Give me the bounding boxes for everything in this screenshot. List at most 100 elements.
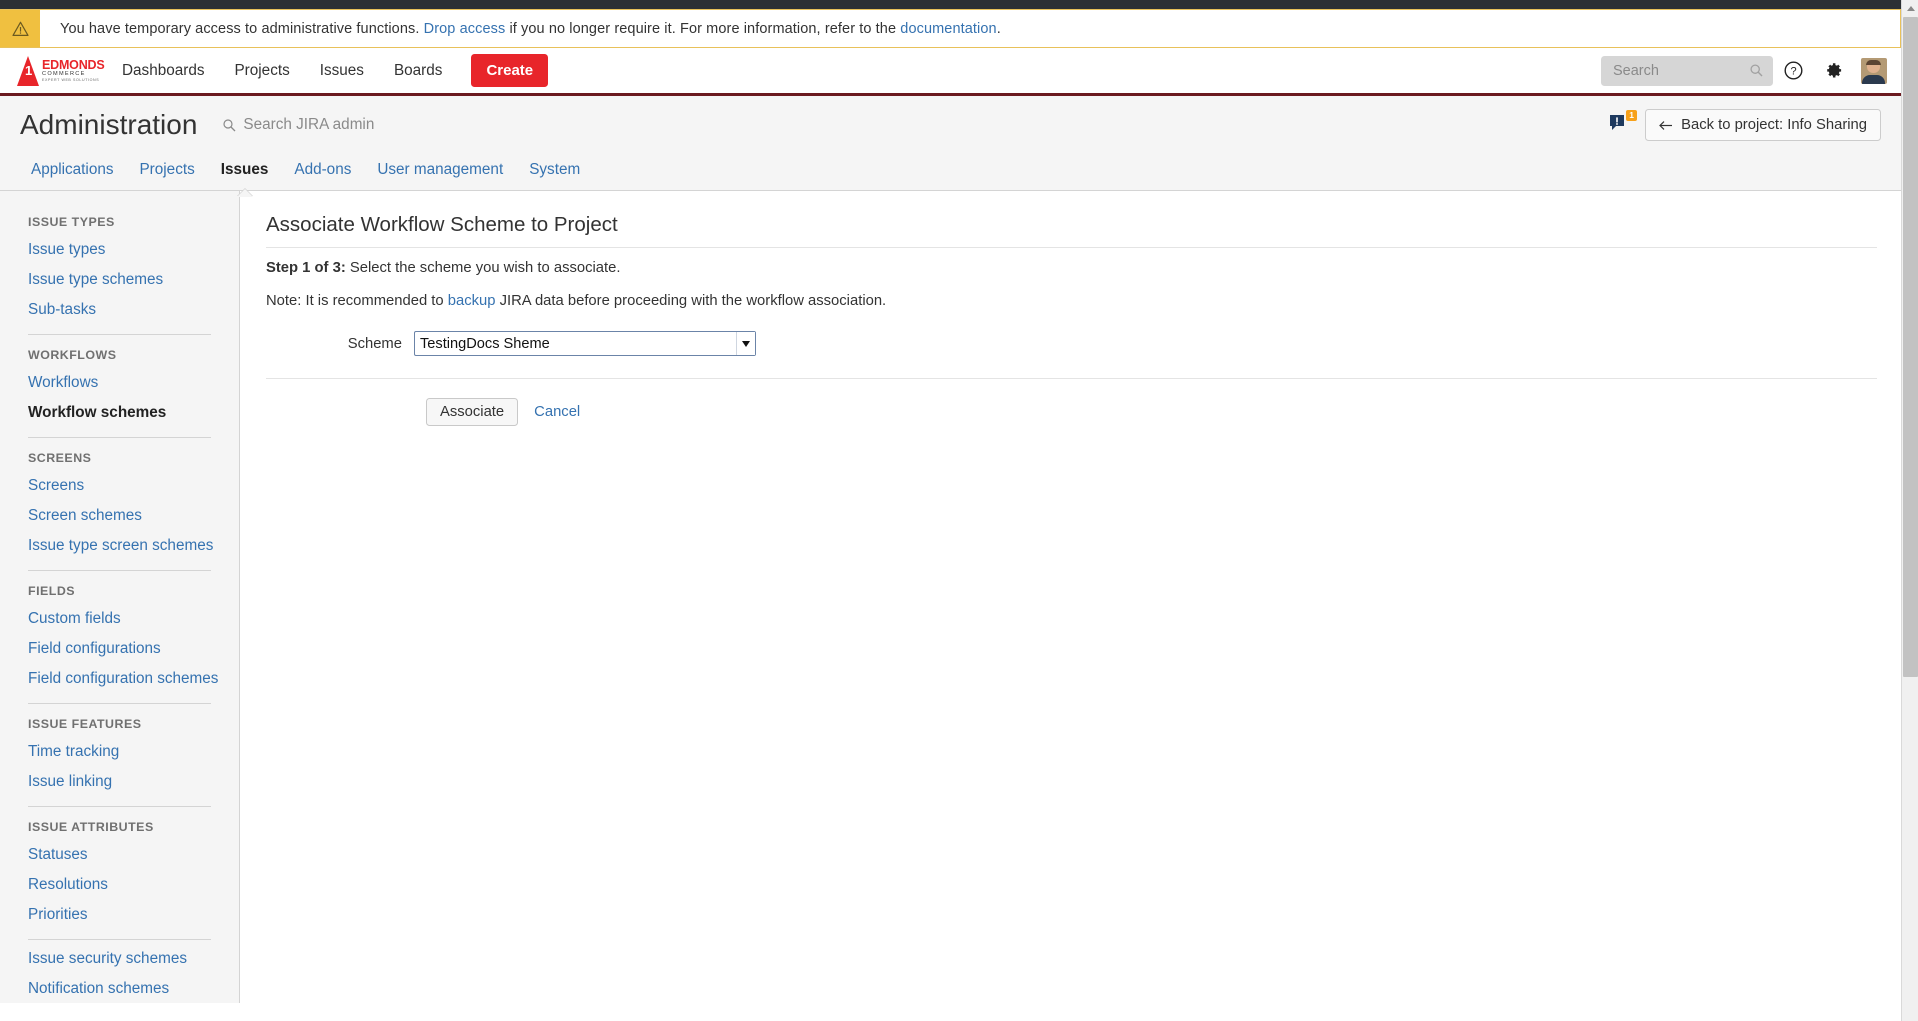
banner-text-middle: if you no longer require it. For more in… xyxy=(505,20,901,37)
search-input[interactable] xyxy=(1601,61,1741,80)
scroll-thumb[interactable] xyxy=(1903,17,1918,677)
admin-search[interactable]: Search JIRA admin xyxy=(223,116,374,134)
logo-wordmark: EDMONDS COMMERCE EXPERT WEB SOLUTIONS xyxy=(42,59,105,83)
sidebar-group-issue-features: ISSUE FEATURES Time tracking Issue linki… xyxy=(0,708,239,797)
page-scrollbar[interactable] xyxy=(1901,0,1918,1021)
sidebar-item-screens[interactable]: Screens xyxy=(0,471,239,501)
sidebar-item-workflows[interactable]: Workflows xyxy=(0,368,239,398)
admin-sidebar: ISSUE TYPES Issue types Issue type schem… xyxy=(0,191,240,1003)
admin-access-banner: You have temporary access to administrat… xyxy=(0,9,1901,48)
note-line: Note: It is recommended to backup JIRA d… xyxy=(266,293,1877,309)
sidebar-item-issue-types[interactable]: Issue types xyxy=(0,235,239,265)
sidebar-heading-issue-attributes: ISSUE ATTRIBUTES xyxy=(28,820,154,834)
sidebar-item-priorities[interactable]: Priorities xyxy=(0,900,239,930)
create-button[interactable]: Create xyxy=(471,54,549,87)
drop-access-link[interactable]: Drop access xyxy=(424,21,506,37)
feedback-icon[interactable]: 1 xyxy=(1609,110,1638,137)
sidebar-divider xyxy=(28,334,211,335)
logo-mark-char: 1 xyxy=(25,62,33,78)
sidebar-item-field-configurations[interactable]: Field configurations xyxy=(0,634,239,664)
sidebar-heading-issue-types: ISSUE TYPES xyxy=(28,215,115,229)
arrow-left-icon xyxy=(1659,120,1673,130)
nav-right-group: ? xyxy=(1601,51,1901,91)
administration-header: Administration Search JIRA admin 1 Back … xyxy=(0,96,1901,154)
admin-tabs: Applications Projects Issues Add-ons Use… xyxy=(0,154,1901,191)
sidebar-heading-issue-features: ISSUE FEATURES xyxy=(28,717,142,731)
sidebar-item-issue-type-schemes[interactable]: Issue type schemes xyxy=(0,265,239,295)
logo-line3: EXPERT WEB SOLUTIONS xyxy=(42,77,100,82)
documentation-link[interactable]: documentation xyxy=(900,21,996,37)
banner-text-after: . xyxy=(996,20,1001,37)
admin-header-right: 1 Back to project: Info Sharing xyxy=(1609,109,1901,141)
sidebar-heading-workflows: WORKFLOWS xyxy=(28,348,117,362)
content-title: Associate Workflow Scheme to Project xyxy=(266,213,1877,248)
tab-add-ons[interactable]: Add-ons xyxy=(281,154,364,186)
nav-item-dashboards[interactable]: Dashboards xyxy=(107,56,219,86)
sidebar-divider xyxy=(28,939,211,940)
scroll-up-button[interactable] xyxy=(1902,0,1918,17)
help-circle-icon[interactable]: ? xyxy=(1773,51,1813,91)
sidebar-item-custom-fields[interactable]: Custom fields xyxy=(0,604,239,634)
banner-text-before: You have temporary access to administrat… xyxy=(60,20,424,37)
sidebar-group-schemes: Issue security schemes Notification sche… xyxy=(0,944,239,1003)
gear-icon[interactable] xyxy=(1813,51,1853,91)
user-avatar[interactable] xyxy=(1861,57,1887,84)
note-suffix: JIRA data before proceeding with the wor… xyxy=(495,293,887,309)
sidebar-item-resolutions[interactable]: Resolutions xyxy=(0,870,239,900)
global-search-box[interactable] xyxy=(1601,55,1773,86)
nav-item-projects[interactable]: Projects xyxy=(219,56,304,86)
scheme-select-wrapper: TestingDocs Sheme xyxy=(414,331,756,356)
scheme-form-row: Scheme TestingDocs Sheme xyxy=(266,331,1877,379)
search-icon xyxy=(223,118,236,131)
cancel-link[interactable]: Cancel xyxy=(534,404,580,420)
sidebar-group-fields: FIELDS Custom fields Field configuration… xyxy=(0,575,239,694)
step-text: Select the scheme you wish to associate. xyxy=(345,260,621,276)
sidebar-item-workflow-schemes[interactable]: Workflow schemes xyxy=(0,398,239,428)
tab-system[interactable]: System xyxy=(516,154,593,186)
top-dark-strip xyxy=(0,0,1901,9)
search-icon xyxy=(1750,63,1763,76)
scheme-label: Scheme xyxy=(347,335,402,352)
step-line: Step 1 of 3: Select the scheme you wish … xyxy=(266,260,1877,276)
step-label: Step 1 of 3: xyxy=(266,260,346,276)
svg-text:?: ? xyxy=(1790,66,1796,78)
associate-button[interactable]: Associate xyxy=(426,398,519,426)
sidebar-item-issue-security-schemes[interactable]: Issue security schemes xyxy=(0,944,239,974)
page-title: Administration xyxy=(20,109,198,140)
tab-issues[interactable]: Issues xyxy=(208,154,282,186)
sidebar-item-time-tracking[interactable]: Time tracking xyxy=(0,737,239,767)
sidebar-group-workflows: WORKFLOWS Workflows Workflow schemes xyxy=(0,339,239,428)
sidebar-heading-screens: SCREENS xyxy=(28,451,92,465)
tab-projects[interactable]: Projects xyxy=(126,154,207,186)
logo-line2: COMMERCE xyxy=(42,71,86,78)
nav-items: Dashboards Projects Issues Boards Create xyxy=(107,54,549,87)
app-shell: You have temporary access to administrat… xyxy=(0,0,1918,1021)
sidebar-item-screen-schemes[interactable]: Screen schemes xyxy=(0,501,239,531)
sidebar-group-screens: SCREENS Screens Screen schemes Issue typ… xyxy=(0,442,239,561)
logo-name: EDMONDS xyxy=(42,57,105,72)
back-to-project-button[interactable]: Back to project: Info Sharing xyxy=(1645,109,1881,141)
scheme-select[interactable]: TestingDocs Sheme xyxy=(414,331,756,356)
sidebar-item-field-configuration-schemes[interactable]: Field configuration schemes xyxy=(0,664,239,694)
sidebar-item-issue-type-screen-schemes[interactable]: Issue type screen schemes xyxy=(0,531,239,561)
sidebar-item-sub-tasks[interactable]: Sub-tasks xyxy=(0,295,239,325)
tab-user-management[interactable]: User management xyxy=(364,154,516,186)
edmonds-commerce-logo[interactable]: 1 EDMONDS COMMERCE EXPERT WEB SOLUTIONS xyxy=(17,55,105,86)
sidebar-divider xyxy=(28,806,211,807)
sidebar-divider xyxy=(28,570,211,571)
nav-item-boards[interactable]: Boards xyxy=(379,56,457,86)
sidebar-item-issue-linking[interactable]: Issue linking xyxy=(0,767,239,797)
sidebar-group-issue-types: ISSUE TYPES Issue types Issue type schem… xyxy=(0,206,239,325)
tab-applications[interactable]: Applications xyxy=(18,154,126,186)
logo-mark-icon: 1 xyxy=(17,55,39,86)
feedback-badge: 1 xyxy=(1626,110,1638,121)
admin-search-placeholder: Search JIRA admin xyxy=(243,116,375,133)
nav-item-issues[interactable]: Issues xyxy=(305,56,379,86)
sidebar-heading-fields: FIELDS xyxy=(28,584,76,598)
backup-link[interactable]: backup xyxy=(448,293,496,309)
main-content: Associate Workflow Scheme to Project Ste… xyxy=(240,191,1901,1003)
back-to-project-label: Back to project: Info Sharing xyxy=(1681,117,1867,133)
form-actions: Associate Cancel xyxy=(414,398,1877,426)
sidebar-item-notification-schemes[interactable]: Notification schemes xyxy=(0,974,239,1003)
sidebar-item-statuses[interactable]: Statuses xyxy=(0,840,239,870)
